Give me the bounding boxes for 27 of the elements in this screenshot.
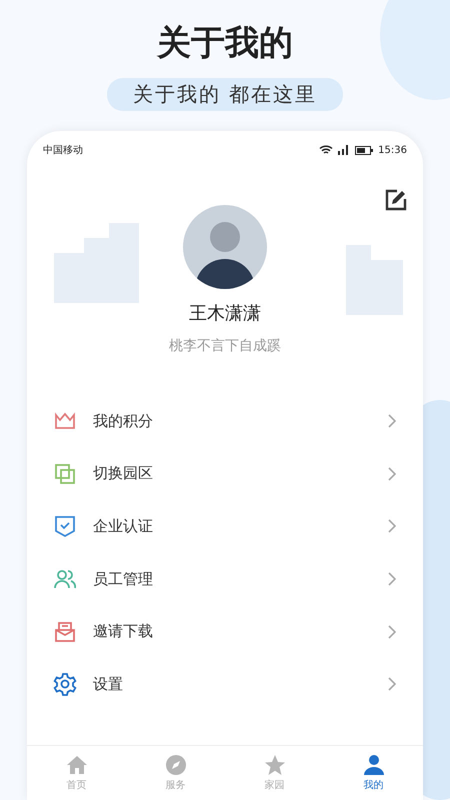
tab[interactable]: 我的 bbox=[324, 746, 423, 800]
headline: 关于我的 bbox=[157, 22, 293, 65]
wifi-icon bbox=[319, 145, 334, 155]
user-name: 王木潇潇 bbox=[189, 302, 261, 325]
clock-time: 15:36 bbox=[378, 144, 407, 156]
compass-icon bbox=[164, 754, 186, 776]
user-motto: 桃李不言下自成蹊 bbox=[169, 337, 281, 355]
menu-item[interactable]: 邀请下载 bbox=[27, 605, 423, 658]
menu-item[interactable]: 我的积分 bbox=[27, 395, 423, 448]
chevron-icon bbox=[388, 519, 397, 534]
menu-item[interactable]: 员工管理 bbox=[27, 552, 423, 606]
person-icon bbox=[362, 754, 384, 776]
edit-icon[interactable] bbox=[385, 189, 407, 211]
chevron-icon bbox=[388, 624, 397, 639]
menu-item[interactable]: 设置 bbox=[27, 658, 423, 711]
chevron-icon bbox=[388, 572, 397, 586]
star-icon bbox=[264, 754, 286, 776]
chevron-icon bbox=[388, 414, 397, 428]
chevron-icon bbox=[388, 677, 397, 692]
subtitle: 关于我的 都在这里 bbox=[106, 78, 344, 111]
menu-item[interactable]: 企业认证 bbox=[27, 500, 423, 553]
chevron-icon bbox=[388, 466, 397, 481]
home-icon bbox=[66, 754, 88, 776]
battery-icon bbox=[355, 146, 374, 154]
signal-icon bbox=[338, 145, 350, 155]
menu-item[interactable]: 切换园区 bbox=[27, 448, 423, 500]
carrier-name: 中国移动 bbox=[43, 144, 83, 157]
